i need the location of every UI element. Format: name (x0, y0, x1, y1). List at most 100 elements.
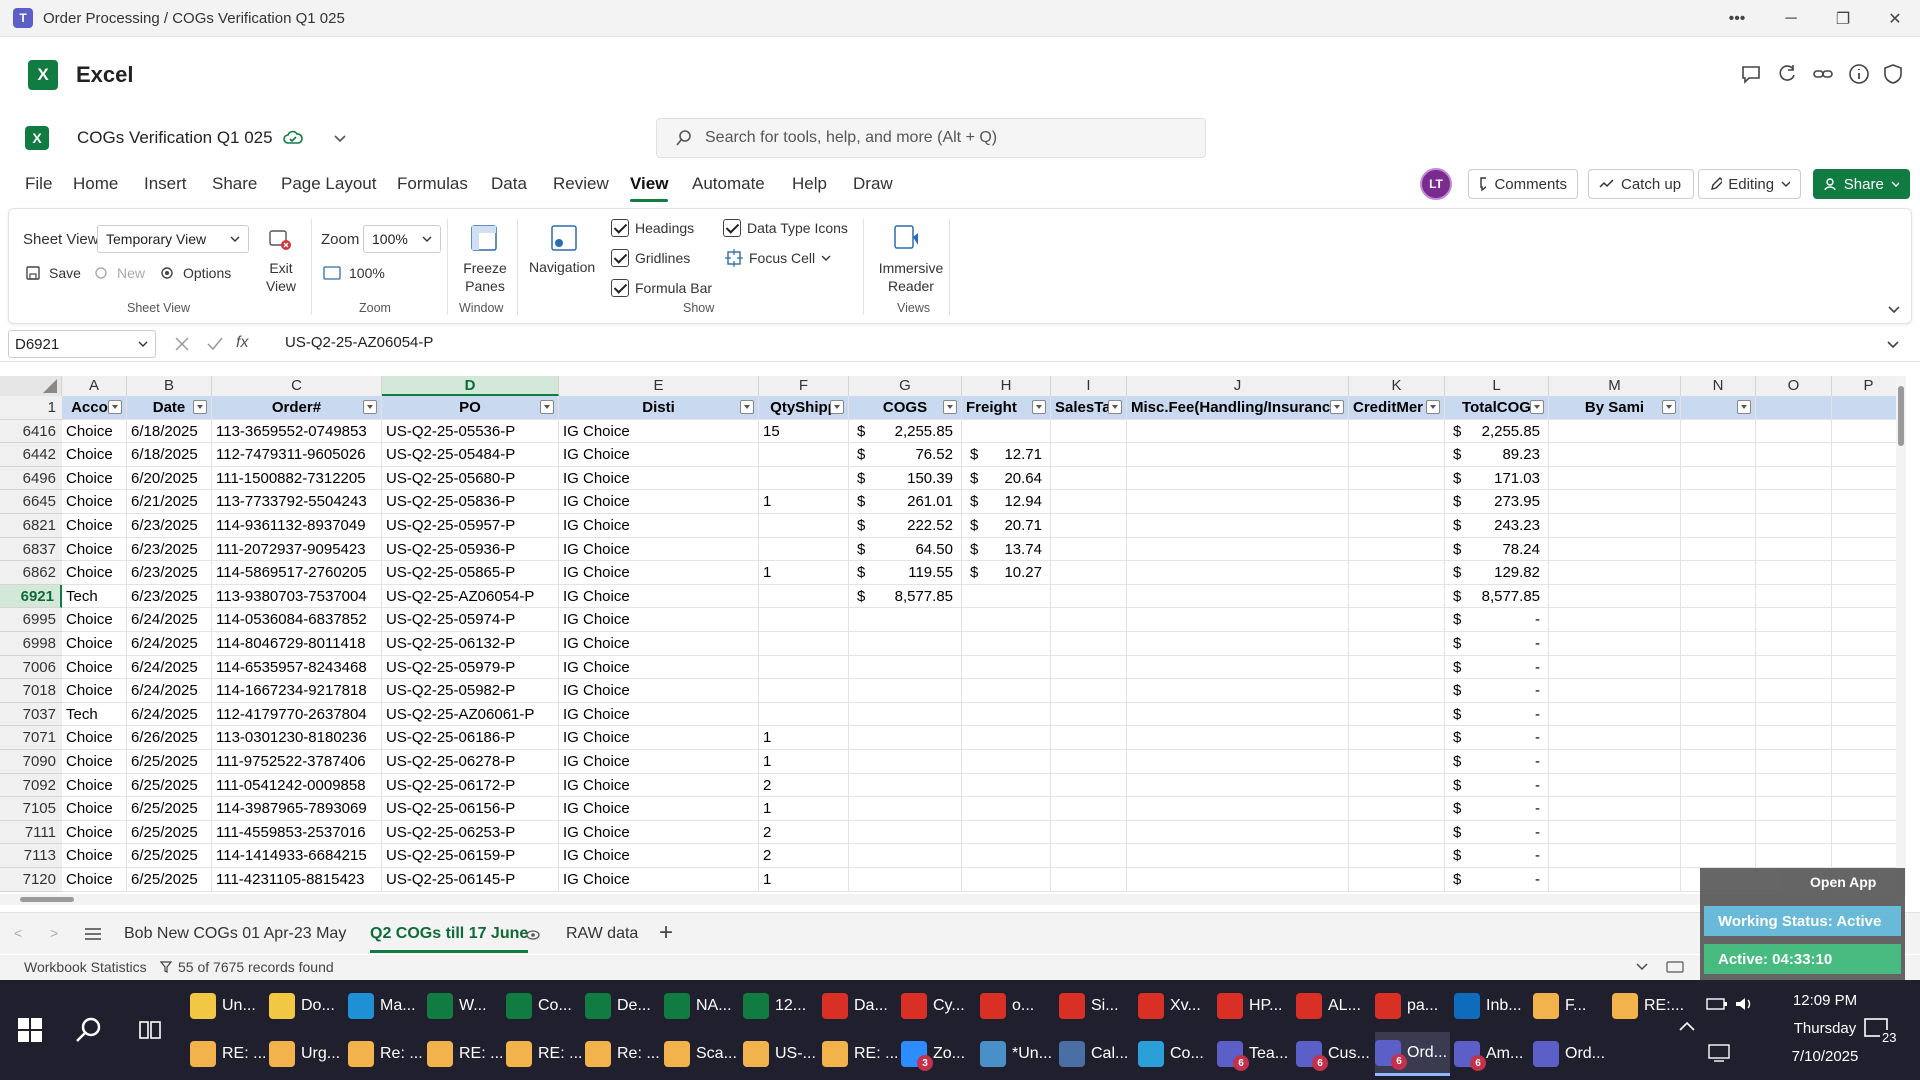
catch-up-button[interactable]: Catch up (1588, 169, 1694, 199)
shield-icon[interactable] (1882, 63, 1904, 85)
tab-automate[interactable]: Automate (692, 174, 765, 194)
navigation-button[interactable]: Navigation (529, 259, 595, 275)
table-cell[interactable]: 6/24/2025 (127, 632, 212, 656)
table-cell[interactable] (1756, 561, 1832, 585)
tab-insert[interactable]: Insert (144, 174, 187, 194)
table-cell[interactable] (1349, 419, 1445, 444)
table-cell[interactable]: Choice (62, 490, 127, 514)
sheet-list-icon[interactable] (84, 927, 102, 941)
new-view-button[interactable]: New (93, 265, 145, 281)
table-cell[interactable] (1549, 514, 1681, 538)
column-header[interactable]: I (1051, 376, 1127, 396)
editing-button[interactable]: Editing (1698, 169, 1801, 199)
table-cell[interactable]: $2,255.85 (1445, 419, 1549, 444)
sheet-tab-q2-cogs[interactable]: Q2 COGs till 17 June (370, 925, 529, 953)
header-cell[interactable] (1832, 396, 1906, 420)
table-cell[interactable]: 112-4179770-2637804 (212, 702, 382, 727)
table-cell[interactable] (1756, 820, 1832, 845)
row-header[interactable]: 7113 (0, 844, 62, 868)
table-cell[interactable]: 111-0541242-0009858 (212, 773, 382, 798)
table-cell[interactable] (1756, 797, 1832, 821)
table-cell[interactable]: $150.39 (849, 466, 962, 491)
table-cell[interactable]: 113-3659552-0749853 (212, 419, 382, 444)
table-cell[interactable]: Choice (62, 655, 127, 680)
user-avatar[interactable]: LT (1420, 168, 1452, 200)
tab-view[interactable]: View (630, 174, 669, 202)
table-cell[interactable]: 1 (759, 490, 849, 514)
table-cell[interactable] (1549, 584, 1681, 609)
filter-dropdown-icon[interactable] (830, 400, 844, 414)
table-cell[interactable] (1681, 679, 1756, 703)
table-cell[interactable] (1756, 419, 1832, 444)
table-cell[interactable] (1549, 632, 1681, 656)
table-cell[interactable]: $12.94 (962, 490, 1051, 514)
table-cell[interactable] (849, 750, 962, 774)
table-cell[interactable] (1349, 537, 1445, 562)
more-icon[interactable]: ••• (1714, 0, 1760, 37)
filter-dropdown-icon[interactable] (1426, 400, 1440, 414)
column-header[interactable]: P (1832, 376, 1906, 396)
row-header[interactable]: 7111 (0, 820, 62, 845)
table-cell[interactable]: US-Q2-25-AZ06054-P (382, 584, 559, 609)
table-cell[interactable]: 6/25/2025 (127, 868, 212, 892)
table-cell[interactable] (1681, 750, 1756, 774)
table-cell[interactable]: Choice (62, 844, 127, 868)
windows-start-icon[interactable] (18, 1018, 42, 1042)
row-header[interactable]: 6862 (0, 561, 62, 585)
table-cell[interactable]: 6/24/2025 (127, 702, 212, 727)
table-cell[interactable] (759, 632, 849, 656)
table-cell[interactable] (1051, 655, 1127, 680)
taskbar-app-button[interactable]: RE: ... (822, 1032, 897, 1076)
open-app-link[interactable]: Open App (1810, 874, 1876, 890)
immersive-reader-icon[interactable] (891, 223, 921, 253)
table-cell[interactable] (1349, 466, 1445, 491)
header-cell[interactable]: QtyShipp (759, 396, 849, 420)
table-cell[interactable]: US-Q2-25-06156-P (382, 797, 559, 821)
restore-button[interactable]: ❐ (1820, 0, 1866, 37)
table-cell[interactable]: $222.52 (849, 514, 962, 538)
table-cell[interactable] (1681, 419, 1756, 444)
table-cell[interactable]: $2,255.85 (849, 419, 962, 444)
taskbar-app-button[interactable]: HP... (1217, 984, 1292, 1028)
workbook-statistics[interactable]: Workbook Statistics (24, 959, 147, 975)
taskbar-app-button[interactable]: Re: ... (348, 1032, 423, 1076)
table-cell[interactable]: 6/24/2025 (127, 608, 212, 632)
table-cell[interactable]: US-Q2-25-06253-P (382, 820, 559, 845)
filter-dropdown-icon[interactable] (193, 400, 207, 414)
table-cell[interactable] (1051, 820, 1127, 845)
table-cell[interactable] (1549, 726, 1681, 750)
tab-draw[interactable]: Draw (853, 174, 893, 194)
table-cell[interactable] (1051, 443, 1127, 467)
table-cell[interactable] (1756, 750, 1832, 774)
tab-help[interactable]: Help (792, 174, 827, 194)
table-cell[interactable] (1127, 773, 1349, 798)
taskbar-app-button[interactable]: 12... (743, 984, 818, 1028)
table-cell[interactable]: Choice (62, 419, 127, 444)
table-cell[interactable] (1349, 490, 1445, 514)
table-cell[interactable]: 114-0536084-6837852 (212, 608, 382, 632)
table-cell[interactable] (1349, 726, 1445, 750)
table-cell[interactable]: 1 (759, 726, 849, 750)
table-cell[interactable] (1349, 702, 1445, 727)
table-cell[interactable]: Choice (62, 632, 127, 656)
row-header[interactable]: 6416 (0, 419, 62, 444)
table-cell[interactable]: US-Q2-25-06159-P (382, 844, 559, 868)
table-cell[interactable] (1832, 490, 1906, 514)
row-header[interactable]: 6645 (0, 490, 62, 514)
table-cell[interactable] (1127, 820, 1349, 845)
table-cell[interactable]: US-Q2-25-AZ06061-P (382, 702, 559, 727)
taskbar-app-button[interactable]: Cal... (1059, 1032, 1134, 1076)
table-cell[interactable]: $129.82 (1445, 561, 1549, 585)
table-cell[interactable] (1127, 537, 1349, 562)
table-cell[interactable] (759, 537, 849, 562)
table-cell[interactable] (1051, 726, 1127, 750)
table-cell[interactable]: US-Q2-25-06186-P (382, 726, 559, 750)
table-cell[interactable] (1051, 679, 1127, 703)
row-header[interactable]: 6837 (0, 537, 62, 562)
table-cell[interactable]: 1 (759, 750, 849, 774)
taskbar-app-button[interactable]: AL... (1296, 984, 1371, 1028)
table-cell[interactable] (1756, 443, 1832, 467)
table-cell[interactable] (1681, 702, 1756, 727)
column-header[interactable]: J (1127, 376, 1349, 396)
table-cell[interactable] (1681, 773, 1756, 798)
